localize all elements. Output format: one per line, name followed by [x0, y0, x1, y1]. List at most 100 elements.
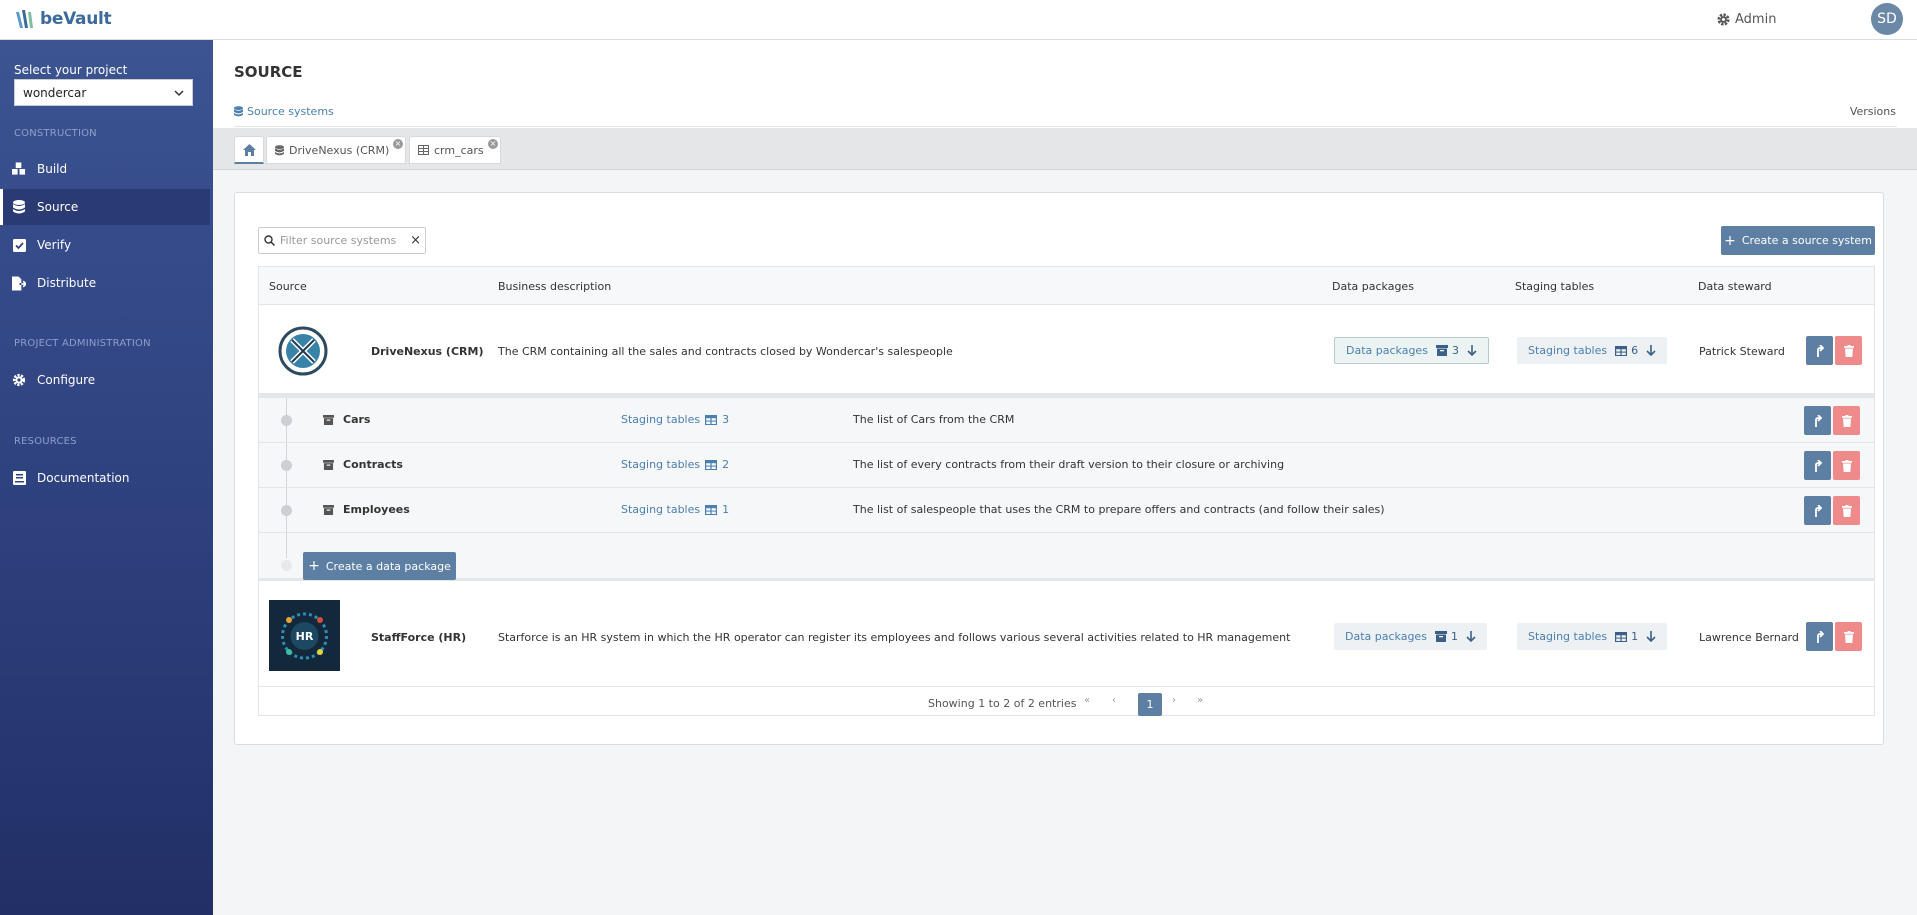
table-icon [705, 459, 718, 470]
staging-tables-toggle[interactable]: Staging tables 6 [1517, 337, 1668, 364]
source-description: Starforce is an HR system in which the H… [498, 631, 1291, 644]
package-description: The list of Cars from the CRM [853, 413, 1015, 426]
close-icon[interactable]: × [393, 139, 403, 149]
staging-tables-count: 1 [1631, 630, 1639, 643]
sidebar-item-verify[interactable]: Verify [0, 227, 210, 263]
staging-tables-count: 6 [1631, 344, 1639, 357]
gear-icon [1717, 13, 1730, 26]
arrow-down-icon [1467, 345, 1477, 356]
first-page-button[interactable]: « [1084, 695, 1090, 706]
prev-page-button[interactable]: ‹ [1112, 695, 1116, 706]
export-button[interactable] [1806, 336, 1833, 365]
delete-button[interactable] [1833, 496, 1860, 525]
export-button[interactable] [1804, 496, 1831, 525]
staging-tables-label: Staging tables [1528, 630, 1608, 643]
brand-logo[interactable]: beVault [14, 8, 112, 30]
source-name[interactable]: StaffForce (HR) [371, 631, 466, 644]
drivenexus-logo-icon [278, 326, 328, 376]
database-icon [12, 200, 26, 214]
package-description: The list of salespeople that uses the CR… [853, 503, 1385, 516]
sidebar-item-distribute[interactable]: Distribute [0, 265, 210, 301]
plus-icon: + [308, 558, 320, 574]
sidebar-item-build[interactable]: Build [0, 151, 210, 187]
data-packages-toggle[interactable]: Data packages 1 [1334, 623, 1487, 650]
source-systems-card: Filter source systems × + Create a sourc… [234, 192, 1884, 745]
tab-drivenexus[interactable]: DriveNexus (CRM) × [266, 136, 406, 164]
hr-logo-text: HR [296, 630, 314, 643]
plus-icon: + [1724, 232, 1736, 249]
export-button[interactable] [1804, 406, 1831, 435]
package-name[interactable]: Contracts [323, 458, 403, 471]
sidebar-item-label: Distribute [37, 276, 97, 290]
admin-label: Admin [1735, 12, 1777, 27]
tab-label: DriveNexus (CRM) [289, 143, 390, 157]
export-arrow-icon [1814, 459, 1822, 472]
arrow-down-icon [1646, 345, 1656, 356]
export-arrow-icon [1816, 630, 1824, 643]
table-header: Source Business description Data package… [259, 267, 1874, 305]
staffforce-logo-icon: HR [269, 600, 340, 671]
sidebar-item-label: Source [37, 200, 79, 214]
versions-link[interactable]: Versions [1850, 105, 1896, 118]
data-steward: Lawrence Bernard [1699, 631, 1799, 644]
tree-node [281, 560, 292, 571]
package-staging-link[interactable]: Staging tables 2 [621, 458, 729, 471]
section-resources: RESOURCES [14, 436, 77, 447]
header-source[interactable]: Source [269, 280, 307, 293]
header-data-steward[interactable]: Data steward [1698, 280, 1772, 293]
sidebar-item-source[interactable]: Source [0, 189, 210, 225]
filter-source-systems[interactable]: Filter source systems × [258, 227, 426, 254]
header-description[interactable]: Business description [498, 280, 611, 293]
header-staging-tables[interactable]: Staging tables [1515, 280, 1594, 293]
database-icon [234, 106, 243, 117]
package-description: The list of every contracts from their d… [853, 458, 1285, 471]
sidebar: Select your project wondercar CONSTRUCTI… [0, 40, 213, 915]
archive-icon [323, 414, 334, 425]
trash-icon [1841, 459, 1852, 472]
delete-button[interactable] [1835, 336, 1862, 365]
archive-icon [323, 459, 334, 470]
subnav-divider [234, 126, 1897, 127]
export-arrow-icon [1814, 504, 1822, 517]
source-name[interactable]: DriveNexus (CRM) [371, 345, 483, 358]
package-name[interactable]: Employees [323, 503, 410, 516]
page-header: SOURCE Source systems Versions [213, 40, 1917, 128]
tab-crm-cars[interactable]: crm_cars × [409, 136, 501, 164]
package-staging-link[interactable]: Staging tables 1 [621, 503, 729, 516]
tab-home[interactable] [234, 136, 264, 164]
checkbox-icon [12, 238, 26, 252]
create-source-system-button[interactable]: + Create a source system [1721, 226, 1875, 255]
table-icon [1615, 345, 1628, 356]
user-avatar[interactable]: SD [1871, 3, 1903, 35]
sidebar-item-documentation[interactable]: Documentation [0, 460, 210, 496]
book-icon [12, 471, 26, 485]
chevron-down-icon [174, 89, 184, 96]
staging-tables-toggle[interactable]: Staging tables 1 [1517, 623, 1668, 650]
export-button[interactable] [1804, 451, 1831, 480]
delete-button[interactable] [1833, 406, 1860, 435]
admin-link[interactable]: Admin [1716, 12, 1776, 27]
sidebar-item-configure[interactable]: Configure [0, 362, 210, 398]
close-icon[interactable]: × [488, 139, 498, 149]
trash-icon [1843, 344, 1854, 357]
source-systems-link[interactable]: Source systems [234, 105, 334, 118]
data-packages-label: Data packages [1345, 630, 1427, 643]
last-page-button[interactable]: » [1197, 695, 1203, 706]
page-1-button[interactable]: 1 [1138, 693, 1162, 716]
create-data-package-button[interactable]: + Create a data package [303, 552, 456, 580]
delete-button[interactable] [1835, 622, 1862, 651]
archive-icon [1434, 631, 1447, 642]
home-icon [242, 143, 256, 156]
data-packages-toggle[interactable]: Data packages 3 [1334, 337, 1489, 364]
project-select[interactable]: wondercar [14, 79, 193, 106]
delete-button[interactable] [1833, 451, 1860, 480]
table-icon [705, 414, 718, 425]
table-row: DriveNexus (CRM) The CRM containing all … [259, 305, 1874, 393]
export-button[interactable] [1806, 622, 1833, 651]
package-staging-link[interactable]: Staging tables 3 [621, 413, 729, 426]
clear-filter-icon[interactable]: × [410, 233, 421, 248]
package-name[interactable]: Cars [323, 413, 370, 426]
header-data-packages[interactable]: Data packages [1332, 280, 1414, 293]
brand-name: beVault [40, 9, 112, 29]
next-page-button[interactable]: › [1172, 695, 1176, 706]
